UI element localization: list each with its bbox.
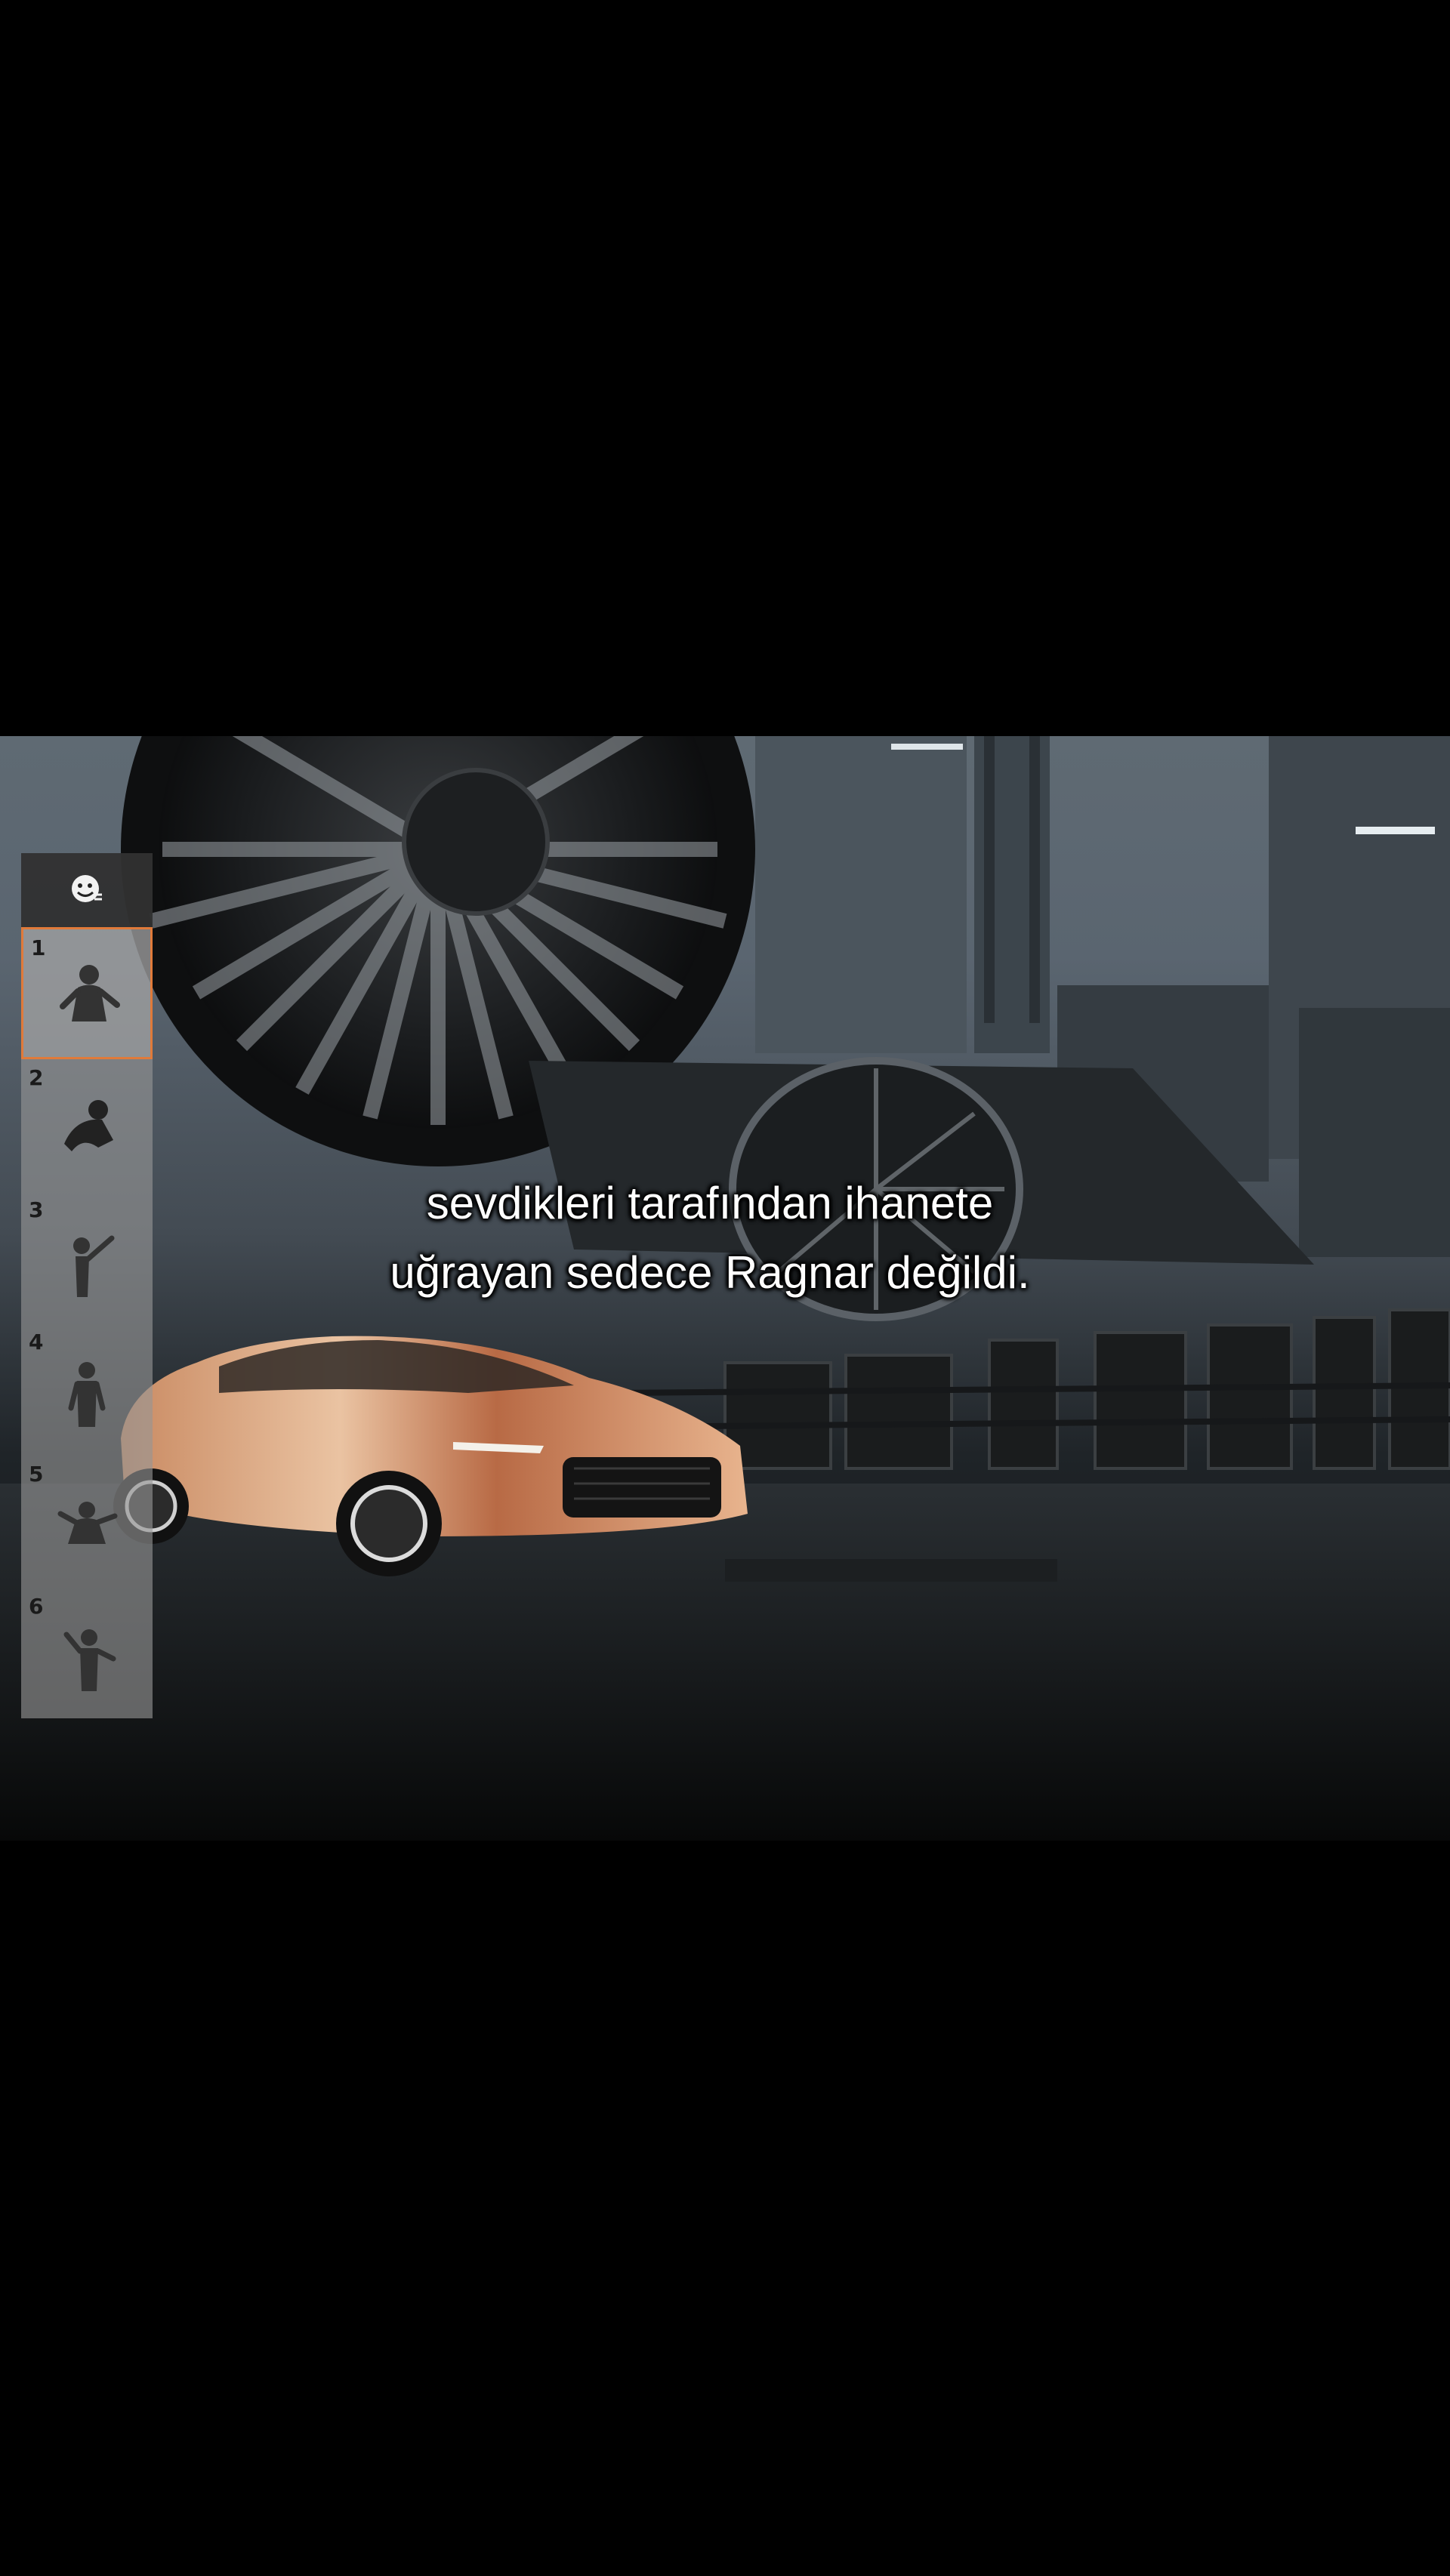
emote-slot-number: 1 xyxy=(31,935,46,960)
crouch-pose-icon xyxy=(64,1100,113,1151)
wet-floor xyxy=(0,1484,1450,1841)
emote-slot-5[interactable]: 5 xyxy=(21,1456,153,1588)
emote-slot-number: 2 xyxy=(29,1065,44,1090)
emote-wheel-panel: 1 2 3 4 5 6 xyxy=(21,853,153,1718)
subtitle-line-1: sevdikleri tarafından ihanete xyxy=(426,1178,994,1228)
emoji-face-icon xyxy=(72,875,102,902)
game-scene: sevdikleri tarafından ihanete uğrayan se… xyxy=(0,736,1450,1841)
emote-slot-number: 6 xyxy=(29,1594,44,1619)
emote-slot-number: 5 xyxy=(29,1462,44,1487)
stand-pose-icon xyxy=(68,1362,106,1427)
emote-slot-2[interactable]: 2 xyxy=(21,1059,153,1191)
emote-panel-header[interactable] xyxy=(21,853,153,927)
dance-pose-icon xyxy=(60,965,120,1021)
emote-slot-number: 3 xyxy=(29,1197,44,1222)
video-frame: sevdikleri tarafından ihanete uğrayan se… xyxy=(0,0,1450,2576)
wave-pose-icon xyxy=(57,1502,118,1544)
emote-slot-3[interactable]: 3 xyxy=(21,1191,153,1323)
subtitle-caption: sevdikleri tarafından ihanete uğrayan se… xyxy=(272,1169,1148,1308)
subtitle-line-2: uğrayan sedece Ragnar değildi. xyxy=(390,1247,1030,1298)
emote-slot-number: 4 xyxy=(29,1330,44,1354)
floor-grate xyxy=(725,1559,1057,1582)
point-pose-icon xyxy=(73,1235,115,1297)
cheer-pose-icon xyxy=(63,1629,116,1691)
emote-slot-4[interactable]: 4 xyxy=(21,1323,153,1456)
emote-slot-1[interactable]: 1 xyxy=(21,927,153,1059)
emote-slot-6[interactable]: 6 xyxy=(21,1588,153,1720)
